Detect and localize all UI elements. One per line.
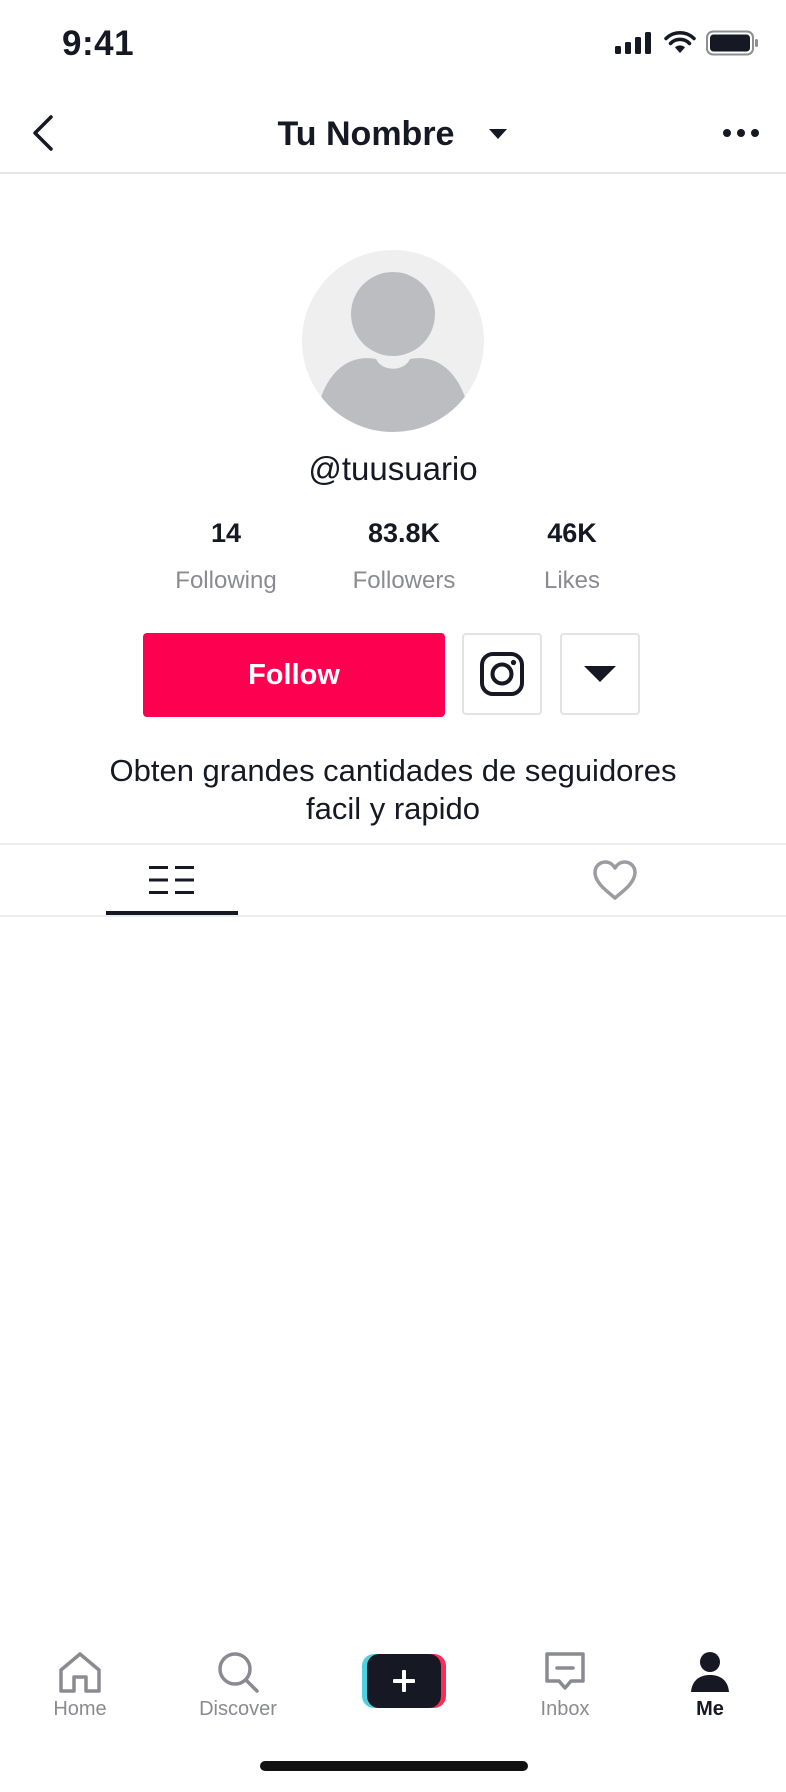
username: @tuusuario [308,450,478,487]
status-icons [614,30,760,56]
likes-label: Likes [543,567,601,594]
bottom-nav-label: Home [53,1698,107,1720]
back-button[interactable] [20,110,66,156]
tab-videos[interactable] [106,845,238,915]
content-tabs [0,843,786,917]
active-tab-indicator [106,911,238,915]
caret-down-icon [489,129,508,139]
bottom-nav-inbox[interactable]: Inbox [510,1650,620,1721]
bio: Obten grandes cantidades de seguidores f… [40,752,746,828]
more-options-button[interactable] [714,110,768,156]
bottom-nav-me[interactable]: Me [655,1650,765,1721]
suggested-accounts-button[interactable] [560,633,640,715]
create-button[interactable] [362,1654,446,1708]
bottom-nav-label: Inbox [540,1698,590,1720]
home-indicator [260,1761,528,1771]
plus-icon [362,1654,446,1708]
stat-likes[interactable]: 46K Likes [492,518,652,595]
search-icon [218,1652,259,1693]
profile-nav-bar: Tu Nombre [0,96,786,174]
home-icon [59,1652,101,1693]
heart-icon [593,860,637,900]
instagram-button[interactable] [462,633,542,715]
status-time: 9:41 [62,24,135,63]
account-switcher[interactable]: Tu Nombre [278,115,509,154]
bottom-nav-discover[interactable]: Discover [183,1650,293,1721]
profile-icon [691,1652,729,1692]
page-title: Tu Nombre [277,114,455,153]
follow-button[interactable]: Follow [143,633,445,717]
battery-icon [706,30,758,56]
inbox-icon [545,1652,585,1690]
default-avatar-icon [320,272,466,432]
bottom-nav-label: Discover [199,1698,277,1720]
caret-down-icon [584,666,616,682]
stat-followers[interactable]: 83.8K Followers [324,518,484,595]
likes-count: 46K [547,518,597,548]
signal-icon [615,32,651,54]
stat-following[interactable]: 14 Following [146,518,306,595]
chevron-left-icon [33,115,53,151]
bio-line: facil y rapido [305,791,481,826]
followers-label: Followers [352,567,456,594]
bottom-nav-label: Me [696,1698,724,1720]
avatar [302,250,484,432]
bio-line: Obten grandes cantidades de seguidores [109,753,677,788]
more-dots-icon [723,129,759,137]
grid-list-icon [149,866,194,894]
following-label: Following [175,567,277,594]
following-count: 14 [210,518,242,548]
bottom-nav-home[interactable]: Home [25,1650,135,1721]
tab-liked[interactable] [574,845,656,915]
instagram-icon [480,652,524,696]
wifi-icon [664,31,696,53]
followers-count: 83.8K [367,518,441,548]
